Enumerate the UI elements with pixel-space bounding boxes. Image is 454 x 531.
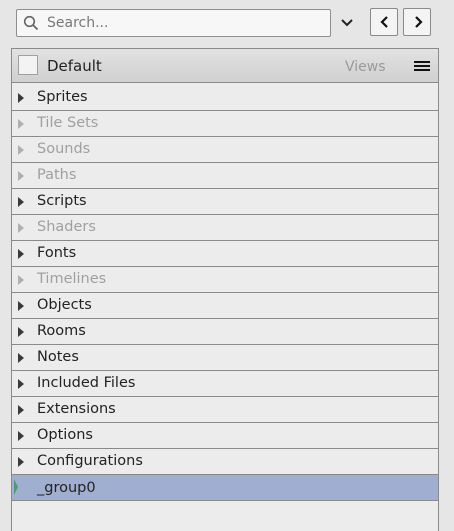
tree-folder-rooms[interactable]: Rooms <box>12 319 438 345</box>
expand-arrow-icon[interactable] <box>18 197 24 207</box>
expand-arrow-icon[interactable] <box>18 171 24 181</box>
search-toolbar <box>0 0 454 46</box>
tree-folder-label: Notes <box>37 349 79 365</box>
tree-folder-label: Extensions <box>37 401 116 417</box>
expand-arrow-icon[interactable] <box>18 457 24 467</box>
group-marker-icon <box>14 479 18 495</box>
tree-folder-label: Fonts <box>37 245 77 261</box>
search-icon <box>23 15 39 31</box>
tree-folder-fonts[interactable]: Fonts <box>12 241 438 267</box>
view-icon[interactable] <box>18 55 38 75</box>
tree-folder-label: Included Files <box>37 375 136 391</box>
tree-folder-objects[interactable]: Objects <box>12 293 438 319</box>
tree-folder-paths[interactable]: Paths <box>12 163 438 189</box>
expand-arrow-icon[interactable] <box>18 119 24 129</box>
view-header: Default Views <box>12 49 438 83</box>
tree-folder-shaders[interactable]: Shaders <box>12 215 438 241</box>
tree-folder-label: Rooms <box>37 323 86 339</box>
tree-folder-label: Tile Sets <box>37 115 99 131</box>
tree-folder-options[interactable]: Options <box>12 423 438 449</box>
expand-arrow-icon[interactable] <box>18 327 24 337</box>
expand-arrow-icon[interactable] <box>18 431 24 441</box>
tree-folder-label: Sounds <box>37 141 91 157</box>
expand-arrow-icon[interactable] <box>18 249 24 259</box>
expand-arrow-icon[interactable] <box>18 379 24 389</box>
tree-folder-included-files[interactable]: Included Files <box>12 371 438 397</box>
tree-folder-label: Timelines <box>37 271 107 287</box>
tree-folder-configurations[interactable]: Configurations <box>12 449 438 475</box>
expand-arrow-icon[interactable] <box>18 93 24 103</box>
tree-folder-notes[interactable]: Notes <box>12 345 438 371</box>
views-label[interactable]: Views <box>345 59 386 75</box>
tree-folder-extensions[interactable]: Extensions <box>12 397 438 423</box>
tree-folder-tile-sets[interactable]: Tile Sets <box>12 111 438 137</box>
tree-folder-label: Objects <box>37 297 92 313</box>
tree-folder-sprites[interactable]: Sprites <box>12 85 438 111</box>
tree-folder-label: Paths <box>37 167 77 183</box>
tree-folder-label: Scripts <box>37 193 87 209</box>
expand-arrow-icon[interactable] <box>18 353 24 363</box>
chevron-right-icon <box>415 16 423 28</box>
tree-folder-label: Shaders <box>37 219 96 235</box>
hamburger-menu-icon[interactable] <box>414 61 430 75</box>
expand-arrow-icon[interactable] <box>18 405 24 415</box>
forward-button[interactable] <box>403 8 431 36</box>
tree-group-label: _group0 <box>37 480 96 496</box>
resource-tree: Sprites Tile Sets Sounds Paths Scripts Shader… <box>12 85 438 501</box>
search-box[interactable] <box>16 9 331 37</box>
tree-folder-label: Options <box>37 427 93 443</box>
expand-arrow-icon[interactable] <box>18 145 24 155</box>
expand-arrow-icon[interactable] <box>18 275 24 285</box>
back-button[interactable] <box>370 8 398 36</box>
resource-tree-panel: Default Views Sprites Tile Sets Sounds Path… <box>11 48 439 531</box>
expand-arrow-icon[interactable] <box>18 223 24 233</box>
tree-folder-label: Sprites <box>37 89 88 105</box>
view-name: Default <box>47 57 102 75</box>
tree-folder-label: Configurations <box>37 453 143 469</box>
search-input[interactable] <box>47 13 317 33</box>
chevron-left-icon <box>380 16 388 28</box>
chevron-down-icon[interactable] <box>337 12 357 32</box>
tree-group-selected[interactable]: _group0 <box>12 474 438 501</box>
expand-arrow-icon[interactable] <box>18 301 24 311</box>
tree-folder-scripts[interactable]: Scripts <box>12 189 438 215</box>
tree-folder-timelines[interactable]: Timelines <box>12 267 438 293</box>
tree-folder-sounds[interactable]: Sounds <box>12 137 438 163</box>
